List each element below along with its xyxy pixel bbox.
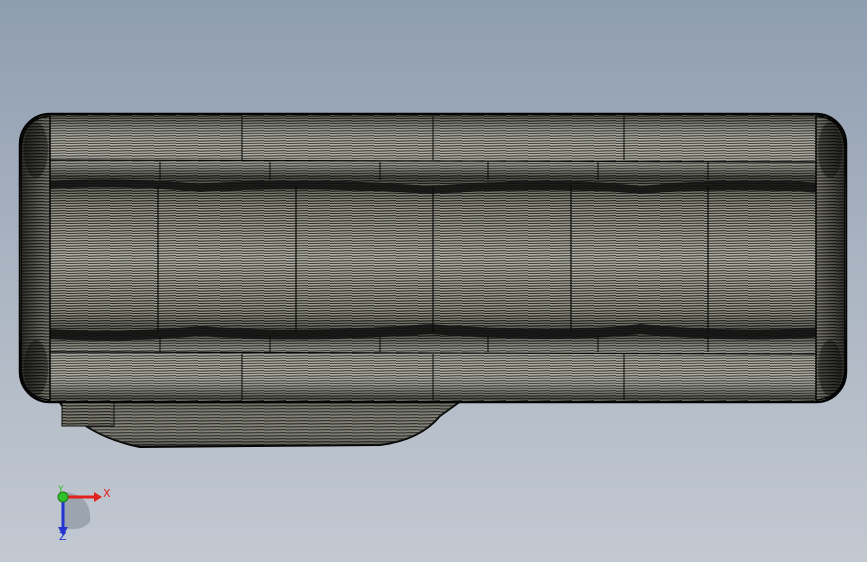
y-axis-label: Y [58, 485, 64, 495]
bracket-block [61, 399, 115, 427]
x-axis-label: X [103, 487, 111, 500]
z-axis-label: Z [59, 530, 67, 543]
model-part[interactable] [18, 112, 848, 449]
graphics-viewport[interactable] [0, 0, 867, 562]
